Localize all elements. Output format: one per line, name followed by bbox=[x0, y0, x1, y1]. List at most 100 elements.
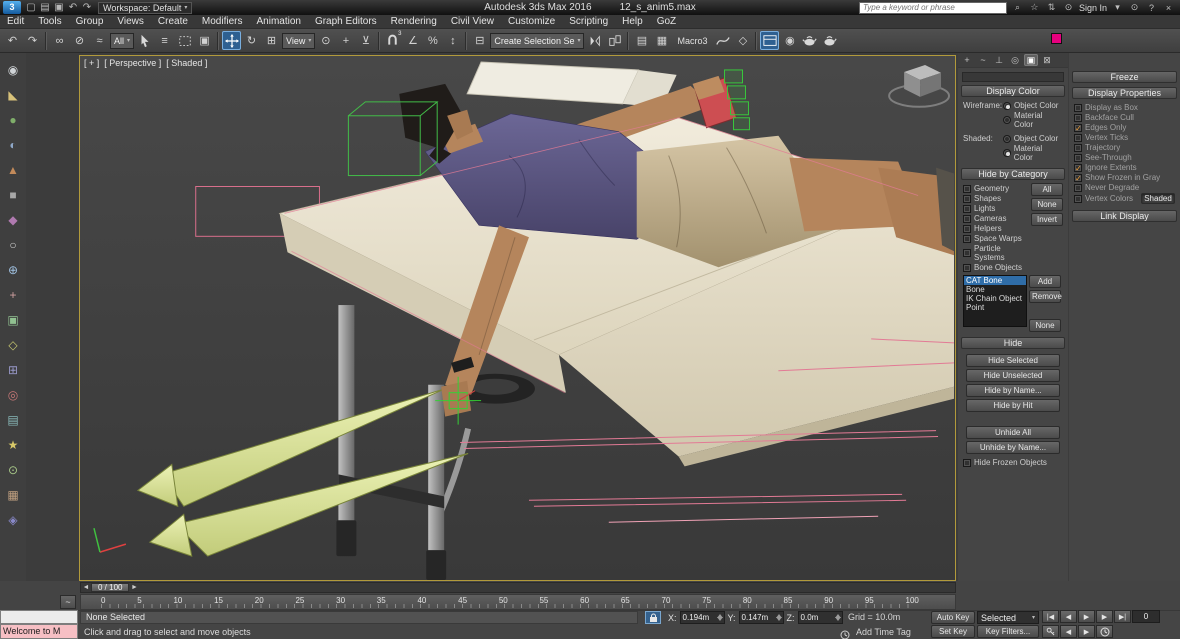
play-animation-icon[interactable]: ▶ bbox=[1078, 610, 1095, 623]
trajectory-checkbox[interactable] bbox=[1074, 143, 1082, 152]
favorites-star-icon[interactable]: ☆ bbox=[1028, 2, 1041, 13]
left-toolbar-icon-10[interactable]: + bbox=[4, 286, 22, 304]
list-item[interactable]: Point bbox=[964, 303, 1026, 312]
menu-edit[interactable]: Edit bbox=[0, 15, 31, 29]
undo-icon[interactable]: ↶ bbox=[66, 2, 80, 13]
never-degrade-checkbox[interactable] bbox=[1074, 183, 1082, 192]
custom-category-list[interactable]: CAT Bone Bone IK Chain Object Point bbox=[963, 275, 1027, 327]
category-remove-button[interactable]: Remove bbox=[1029, 290, 1062, 303]
list-item[interactable]: IK Chain Object bbox=[964, 294, 1026, 303]
tab-create-icon[interactable]: + bbox=[960, 54, 974, 66]
tab-motion-icon[interactable]: ◎ bbox=[1008, 54, 1022, 66]
edges-only-checkbox[interactable]: ✓ bbox=[1074, 123, 1082, 132]
chevron-down-icon[interactable]: ▾ bbox=[1111, 2, 1124, 13]
rectangular-selection-region-icon[interactable] bbox=[175, 31, 194, 50]
bone-objects-checkbox[interactable] bbox=[963, 263, 971, 272]
vertex-colors-shaded-button[interactable]: Shaded bbox=[1141, 193, 1175, 204]
bind-to-space-warp-icon[interactable]: ≈ bbox=[90, 31, 109, 50]
edit-named-selection-sets-icon[interactable]: ⊟ bbox=[470, 31, 489, 50]
z-coordinate-field[interactable]: 0.0m bbox=[797, 611, 843, 624]
menu-modifiers[interactable]: Modifiers bbox=[195, 15, 250, 29]
menu-views[interactable]: Views bbox=[110, 15, 151, 29]
redo-icon[interactable]: ↷ bbox=[23, 31, 42, 50]
show-frozen-in-gray-checkbox[interactable]: ✓ bbox=[1074, 173, 1082, 182]
app-logo-icon[interactable]: 3 bbox=[3, 1, 21, 14]
time-tag-clock-icon[interactable] bbox=[840, 627, 850, 639]
key-mode-toggle-icon[interactable] bbox=[1042, 625, 1059, 638]
left-toolbar-icon-3[interactable]: ● bbox=[4, 111, 22, 129]
menu-customize[interactable]: Customize bbox=[501, 15, 562, 29]
rollout-header[interactable]: Freeze bbox=[1072, 71, 1177, 83]
new-file-icon[interactable]: ▢ bbox=[24, 2, 38, 13]
sign-in-label[interactable]: Sign In bbox=[1079, 3, 1107, 13]
left-toolbar-icon-11[interactable]: ▣ bbox=[4, 311, 22, 329]
rollout-header[interactable]: Display Color bbox=[961, 85, 1065, 97]
select-and-manipulate-icon[interactable]: + bbox=[336, 31, 355, 50]
keyhole-icon[interactable]: ⊙ bbox=[1128, 2, 1141, 13]
see-through-checkbox[interactable] bbox=[1074, 153, 1082, 162]
maxscript-listener-output[interactable] bbox=[0, 610, 78, 624]
timeline-ruler[interactable]: 0 5 10 15 20 25 30 35 40 45 50 55 60 65 … bbox=[80, 594, 956, 610]
auto-key-button[interactable]: Auto Key bbox=[931, 611, 975, 624]
save-file-icon[interactable]: ▣ bbox=[52, 2, 66, 13]
sign-in-avatar-icon[interactable]: ⊙ bbox=[1062, 2, 1075, 13]
category-invert-button[interactable]: Invert bbox=[1031, 213, 1063, 226]
workspace-dropdown[interactable]: Workspace: Default ▾ bbox=[98, 1, 193, 14]
object-color-swatch[interactable] bbox=[1051, 33, 1062, 44]
unhide-all-button[interactable]: Unhide All bbox=[966, 426, 1060, 439]
select-and-move-icon[interactable] bbox=[222, 31, 242, 50]
category-none-button[interactable]: None bbox=[1031, 198, 1063, 211]
menu-rendering[interactable]: Rendering bbox=[384, 15, 444, 29]
window-crossing-icon[interactable]: ▣ bbox=[195, 31, 214, 50]
curve-editor-icon[interactable] bbox=[713, 31, 732, 50]
vertex-colors-checkbox[interactable] bbox=[1074, 194, 1082, 203]
lights-checkbox[interactable] bbox=[963, 204, 971, 213]
tab-utilities-icon[interactable]: ⊠ bbox=[1040, 54, 1054, 66]
spinner-snap-icon[interactable]: ↕ bbox=[443, 31, 462, 50]
tab-display-icon[interactable]: ▣ bbox=[1024, 54, 1038, 66]
category-all-button[interactable]: All bbox=[1031, 183, 1063, 196]
rollout-header[interactable]: Display Properties bbox=[1072, 87, 1177, 99]
left-toolbar-icon-1[interactable]: ◉ bbox=[4, 61, 22, 79]
search-icon[interactable]: ⌕ bbox=[1011, 2, 1024, 13]
left-toolbar-icon-4[interactable]: ◐ bbox=[4, 136, 22, 154]
shaded-material-color-radio[interactable] bbox=[1002, 149, 1011, 157]
time-slider-handle[interactable]: 0 / 100 bbox=[91, 583, 130, 592]
hide-by-name-button[interactable]: Hide by Name... bbox=[966, 384, 1060, 397]
menu-civil-view[interactable]: Civil View bbox=[444, 15, 501, 29]
select-and-rotate-icon[interactable]: ↻ bbox=[242, 31, 261, 50]
render-setup-icon[interactable] bbox=[800, 31, 819, 50]
object-name-field[interactable] bbox=[962, 72, 1064, 82]
search-input[interactable] bbox=[858, 1, 1007, 14]
selection-lock-icon[interactable] bbox=[645, 611, 661, 624]
previous-key-icon[interactable]: ◀ bbox=[1060, 625, 1077, 638]
left-toolbar-icon-9[interactable]: ⊕ bbox=[4, 261, 22, 279]
material-editor-icon[interactable]: ◉ bbox=[780, 31, 799, 50]
maxscript-mini-listener[interactable]: Welcome to M bbox=[0, 624, 78, 639]
help-icon[interactable]: ? bbox=[1145, 3, 1158, 13]
hide-unselected-button[interactable]: Hide Unselected bbox=[966, 369, 1060, 382]
key-filters-button[interactable]: Key Filters... bbox=[977, 625, 1039, 638]
left-toolbar-icon-6[interactable]: ■ bbox=[4, 186, 22, 204]
hide-selected-button[interactable]: Hide Selected bbox=[966, 354, 1060, 367]
use-pivot-center-icon[interactable]: ⊙ bbox=[316, 31, 335, 50]
left-toolbar-icon-12[interactable]: ◇ bbox=[4, 336, 22, 354]
wireframe-object-color-radio[interactable] bbox=[1003, 101, 1011, 110]
previous-frame-arrow-icon[interactable]: ◄ bbox=[81, 584, 91, 591]
list-item[interactable]: Bone bbox=[964, 285, 1026, 294]
menu-animation[interactable]: Animation bbox=[249, 15, 307, 29]
go-to-end-icon[interactable]: ▶| bbox=[1114, 610, 1131, 623]
render-production-icon[interactable] bbox=[820, 31, 839, 50]
list-item[interactable]: CAT Bone bbox=[964, 276, 1026, 285]
viewport-canvas[interactable] bbox=[80, 56, 955, 580]
align-icon[interactable] bbox=[605, 31, 624, 50]
undo-icon[interactable]: ↶ bbox=[3, 31, 22, 50]
wireframe-material-color-radio[interactable] bbox=[1003, 116, 1011, 124]
select-by-name-icon[interactable]: ≡ bbox=[155, 31, 174, 50]
close-infocenter-icon[interactable]: × bbox=[1162, 3, 1175, 13]
left-toolbar-icon-15[interactable]: ▤ bbox=[4, 411, 22, 429]
left-toolbar-icon-13[interactable]: ⊞ bbox=[4, 361, 22, 379]
menu-group[interactable]: Group bbox=[69, 15, 111, 29]
snap-toggle-icon[interactable]: 3 bbox=[383, 31, 402, 50]
vertex-ticks-checkbox[interactable] bbox=[1074, 133, 1082, 142]
